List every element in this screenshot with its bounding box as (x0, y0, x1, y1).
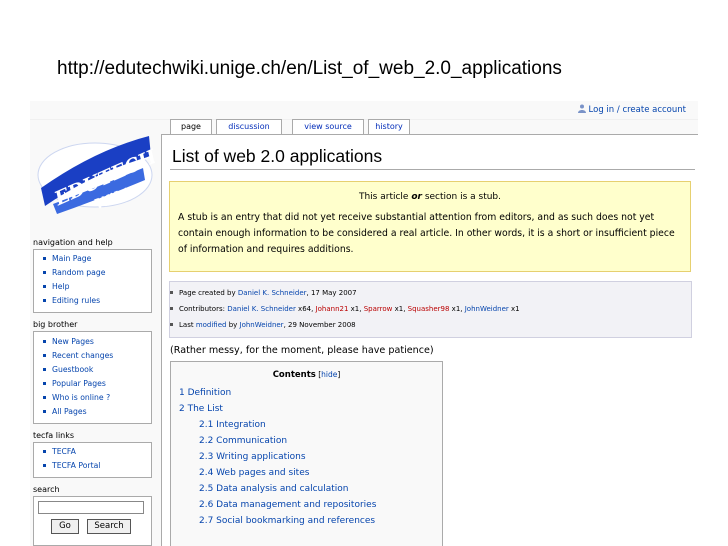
meta-created: Page created by Daniel K. Schneider, 17 … (170, 289, 357, 297)
sidebar-item-recent-changes[interactable]: Recent changes (43, 351, 113, 360)
sidebar-item-help[interactable]: Help (43, 282, 70, 291)
toc-title: Contents [hide] (272, 370, 341, 380)
table-of-contents: Contents [hide] 1 Definition 2 The List … (170, 361, 443, 546)
bullet (170, 323, 173, 326)
bullet (170, 291, 173, 294)
sidebar-item-who-is-online[interactable]: Who is online ? (43, 393, 110, 402)
bullet (43, 257, 46, 260)
toc-item[interactable]: 2.4 Web pages and sites (199, 468, 309, 478)
sidebar-item-main-page[interactable]: Main Page (43, 254, 91, 263)
tab-view-source[interactable]: view source (292, 119, 364, 134)
edutech-wiki-logo[interactable]: EDUTECH Wiki (35, 128, 155, 223)
contributor-link[interactable]: Johann21 (316, 305, 349, 313)
bullet (43, 464, 46, 467)
meta-last-modified: Last modified by JohnWeidner, 29 Novembe… (170, 321, 356, 329)
search-button[interactable]: Search (87, 519, 131, 534)
bullet (43, 368, 46, 371)
patience-note: (Rather messy, for the moment, please ha… (170, 345, 434, 356)
sidebar-item-new-pages[interactable]: New Pages (43, 337, 94, 346)
contributor-link[interactable]: JohnWeidner (465, 305, 509, 313)
bullet (43, 299, 46, 302)
sidebar-item-popular-pages[interactable]: Popular Pages (43, 379, 106, 388)
toc-item[interactable]: 2 The List (179, 404, 223, 414)
toc-hide-link[interactable]: hide (321, 370, 337, 379)
modified-link[interactable]: modified (196, 321, 227, 329)
login-link[interactable]: Log in / create account (577, 104, 686, 115)
slide-url-caption: http://edutechwiki.unige.ch/en/List_of_w… (57, 58, 562, 79)
sidebar-item-editing-rules[interactable]: Editing rules (43, 296, 100, 305)
sidebar-item-guestbook[interactable]: Guestbook (43, 365, 93, 374)
bullet (43, 410, 46, 413)
bullet (43, 285, 46, 288)
contributor-link[interactable]: Sparrow (364, 305, 393, 313)
sidebar-item-random-page[interactable]: Random page (43, 268, 105, 277)
meta-contributors: Contributors: Daniel K. Schneider x64, J… (170, 305, 520, 313)
tab-discussion[interactable]: discussion (216, 119, 282, 134)
toc-item[interactable]: 2.5 Data analysis and calculation (199, 484, 349, 494)
toc-item[interactable]: 2.7 Social bookmarking and references (199, 516, 375, 526)
bullet (43, 382, 46, 385)
modifier-link[interactable]: JohnWeidner (240, 321, 284, 329)
search-input[interactable] (38, 501, 144, 514)
bullet (43, 340, 46, 343)
big-brother-portlet: New Pages Recent changes Guestbook Popul… (33, 331, 152, 424)
sidebar-item-all-pages[interactable]: All Pages (43, 407, 87, 416)
big-brother-heading: big brother (33, 320, 78, 329)
tecfa-portlet: TECFA TECFA Portal (33, 442, 152, 478)
stub-text: A stub is an entry that did not yet rece… (178, 212, 675, 255)
tecfa-heading: tecfa links (33, 431, 75, 440)
toc-item[interactable]: 2.3 Writing applications (199, 452, 306, 462)
bullet (170, 307, 173, 310)
contributor-link[interactable]: Daniel K. Schneider (227, 305, 296, 313)
browser-screenshot: Log in / create account EDUTECH Wiki pag… (30, 101, 698, 546)
nav-heading: navigation and help (33, 238, 113, 247)
page-title: List of web 2.0 applications (172, 146, 383, 166)
content-area: List of web 2.0 applications This articl… (161, 134, 698, 546)
bullet (43, 396, 46, 399)
contributor-link[interactable]: Squasher98 (408, 305, 450, 313)
top-bar: Log in / create account (30, 101, 698, 120)
go-button[interactable]: Go (51, 519, 79, 534)
page-meta-box: Page created by Daniel K. Schneider, 17 … (169, 281, 692, 338)
toc-item[interactable]: 1 Definition (179, 388, 231, 398)
user-icon (577, 104, 586, 113)
stub-title: This article or section is a stub. (358, 192, 502, 202)
toc-item[interactable]: 2.2 Communication (199, 436, 287, 446)
toc-item[interactable]: 2.6 Data management and repositories (199, 500, 376, 510)
search-heading: search (33, 485, 60, 494)
nav-portlet: Main Page Random page Help Editing rules (33, 249, 152, 313)
toc-item[interactable]: 2.1 Integration (199, 420, 266, 430)
sidebar-item-tecfa-portal[interactable]: TECFA Portal (43, 461, 100, 470)
stub-notice: This article or section is a stub. A stu… (169, 181, 691, 272)
bullet (43, 450, 46, 453)
bullet (43, 271, 46, 274)
tab-history[interactable]: history (368, 119, 410, 134)
creator-link[interactable]: Daniel K. Schneider (238, 289, 307, 297)
title-divider (170, 169, 695, 170)
sidebar-item-tecfa[interactable]: TECFA (43, 447, 76, 456)
bullet (43, 354, 46, 357)
